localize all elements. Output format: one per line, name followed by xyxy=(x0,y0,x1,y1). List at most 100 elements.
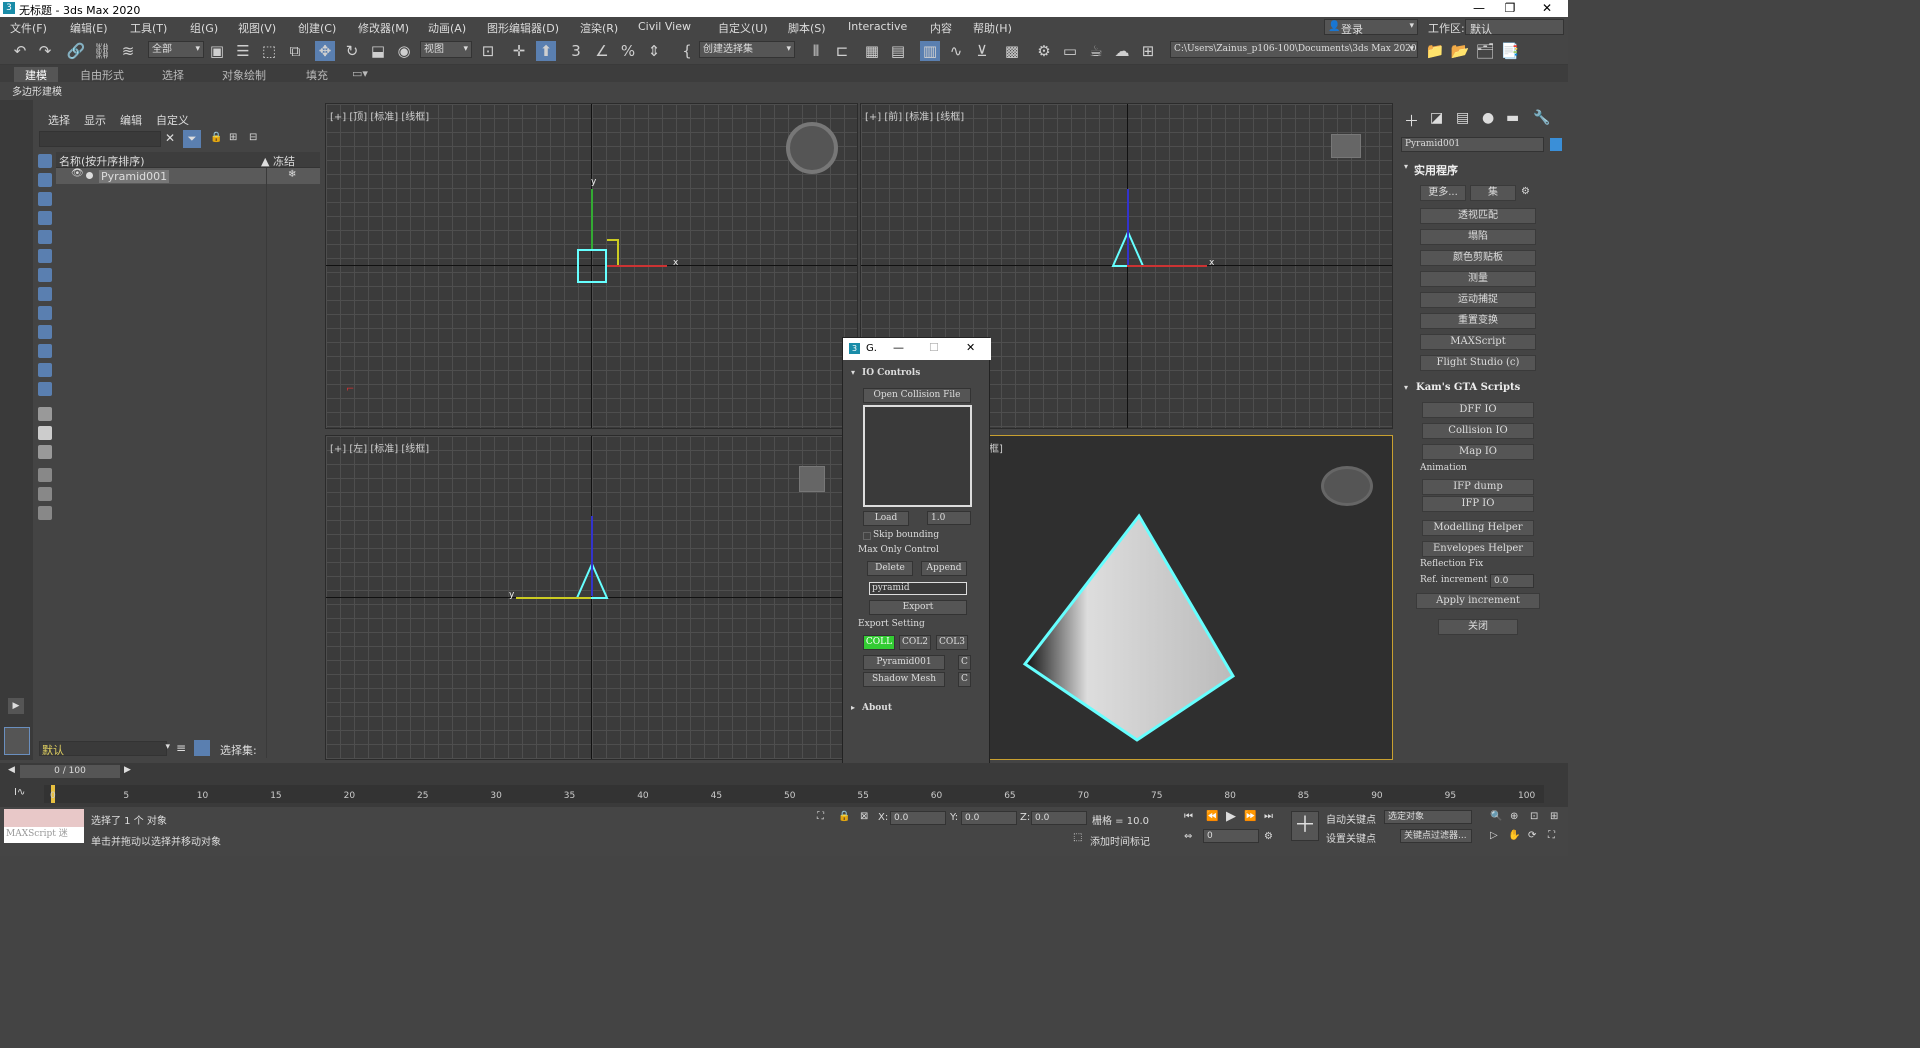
align-icon[interactable]: ⊏ xyxy=(832,41,852,61)
maxscript-input[interactable]: MAXScript 迷 xyxy=(4,827,84,843)
hierarchy-icon[interactable]: ⊞ xyxy=(229,132,237,143)
next-key-icon[interactable]: ⏩ xyxy=(1244,811,1256,822)
y-coord-field[interactable]: 0.0 xyxy=(961,811,1017,825)
goto-start-icon[interactable]: ⏮ xyxy=(1184,811,1193,822)
utility-motion-capture[interactable]: 运动捕捉 xyxy=(1420,292,1536,308)
ribbon-tab-object-paint[interactable]: 对象绘制 xyxy=(222,67,266,83)
zoom-extents-icon[interactable]: ⊡ xyxy=(1530,811,1538,822)
prev-key-icon[interactable]: ⏪ xyxy=(1206,811,1218,822)
project-path-dropdown[interactable]: C:\Users\Zainus_p106-100\Documents\3ds M… xyxy=(1170,41,1418,58)
c-button-1[interactable]: C xyxy=(958,655,971,670)
utilities-heading[interactable]: 实用程序 xyxy=(1414,162,1458,178)
viewport-top[interactable]: [+] [顶] [标准] [线框] x y ⌐ xyxy=(325,103,858,429)
z-coord-field[interactable]: 0.0 xyxy=(1031,811,1087,825)
load-button[interactable]: Load xyxy=(863,511,909,526)
named-selection-dropdown[interactable]: 创建选择集 xyxy=(699,41,795,58)
freeze-icon[interactable]: ❄ xyxy=(288,169,296,180)
orbit-icon[interactable]: ⟳ xyxy=(1528,830,1536,841)
create-tab-icon[interactable]: ＋ xyxy=(1404,110,1419,131)
project-folder-icon[interactable]: 📁 xyxy=(1425,41,1445,61)
display-groups-icon[interactable] xyxy=(38,287,52,301)
ribbon-options-icon[interactable]: ▭▾ xyxy=(352,67,368,80)
select-manipulate-icon[interactable]: ✛ xyxy=(509,41,529,61)
toggle-ribbon-icon[interactable]: ▤ xyxy=(888,41,908,61)
c-button-2[interactable]: C xyxy=(958,672,971,687)
time-config-icon[interactable]: ⚙ xyxy=(1264,831,1273,842)
viewport-label[interactable]: [+] [顶] [标准] [线框] xyxy=(330,108,429,123)
display-all-icon[interactable] xyxy=(38,154,52,168)
hierarchy-tab-icon[interactable]: ▤ xyxy=(1456,110,1469,126)
viewport-label[interactable]: [+] [左] [标准] [线框] xyxy=(330,440,429,455)
ribbon-tab-selection[interactable]: 选择 xyxy=(162,67,184,83)
set-key-big-icon[interactable]: ＋ xyxy=(1291,811,1319,841)
percent-snap-icon[interactable]: % xyxy=(618,41,638,61)
display-containers-icon[interactable] xyxy=(38,344,52,358)
project-icon-3[interactable]: 🗂 xyxy=(1475,41,1495,61)
shadow-mesh-button[interactable]: Shadow Mesh xyxy=(863,672,945,687)
scale-icon[interactable]: ⬓ xyxy=(368,41,388,61)
export-button[interactable]: Export xyxy=(869,600,967,615)
ribbon-sub-label[interactable]: 多边形建模 xyxy=(12,83,62,98)
col-name-header[interactable]: 名称(按升序排序) xyxy=(59,153,145,169)
layer-explorer-icon[interactable]: ▦ xyxy=(862,41,882,61)
rotate-icon[interactable]: ↻ xyxy=(342,41,362,61)
menu-edit[interactable]: 编辑(E) xyxy=(70,20,108,36)
ribbon-tab-modeling[interactable]: 建模 xyxy=(14,67,58,83)
material-editor-icon[interactable]: ▩ xyxy=(1002,41,1022,61)
name-input[interactable]: pyramid xyxy=(869,582,967,595)
ribbon-tab-freeform[interactable]: 自由形式 xyxy=(80,67,124,83)
ifp-dump-button[interactable]: IFP dump xyxy=(1422,479,1534,495)
keyboard-shortcut-icon[interactable]: ⬆ xyxy=(536,41,556,61)
viewport-label[interactable]: [+] [前] [标准] [线框] xyxy=(865,108,964,123)
skip-bounding-checkbox[interactable] xyxy=(863,532,871,540)
render-cloud-icon[interactable]: ☁ xyxy=(1112,41,1132,61)
filter-funnel-icon[interactable] xyxy=(38,468,52,482)
key-filters-button[interactable]: 关键点过滤器... xyxy=(1400,829,1472,843)
col3-button[interactable]: COL3 xyxy=(936,635,968,650)
lock-icon[interactable]: 🔒 xyxy=(210,132,222,143)
utility-maxscript[interactable]: MAXScript xyxy=(1420,334,1536,350)
col2-button[interactable]: COL2 xyxy=(899,635,931,650)
pyramid-export-button[interactable]: Pyramid001 xyxy=(863,655,945,670)
rect-selection-icon[interactable]: ⬚ xyxy=(259,41,279,61)
play-icon[interactable]: ▶ xyxy=(1226,809,1236,824)
redo-icon[interactable]: ↷ xyxy=(35,41,55,61)
menu-interactive[interactable]: Interactive xyxy=(848,20,907,33)
unlink-icon[interactable]: ⛓ xyxy=(92,41,112,61)
coll-button[interactable]: COLL xyxy=(863,635,895,650)
next-frame-icon[interactable]: ▶ xyxy=(124,765,131,775)
filter-icon[interactable]: ⏷ xyxy=(183,130,201,148)
render-production-icon[interactable]: ☕ xyxy=(1086,41,1106,61)
utility-measure[interactable]: 测量 xyxy=(1420,271,1536,287)
apply-increment-button[interactable]: Apply increment xyxy=(1416,593,1540,609)
object-name-field[interactable]: Pyramid001 xyxy=(1401,137,1544,152)
object-color-swatch[interactable] xyxy=(1550,138,1562,151)
absolute-mode-icon[interactable]: ⊠ xyxy=(860,811,868,822)
display-xrefs-icon[interactable] xyxy=(38,306,52,320)
window-crossing-icon[interactable]: ⧉ xyxy=(285,41,305,61)
pyramid-perspective[interactable] xyxy=(1021,512,1236,744)
viewcube-icon[interactable] xyxy=(799,466,825,492)
close-utility-button[interactable]: 关闭 xyxy=(1438,619,1518,635)
menu-scripting[interactable]: 脚本(S) xyxy=(788,20,826,36)
pan-icon[interactable]: ✋ xyxy=(1508,830,1520,841)
config-icon[interactable]: ⚙ xyxy=(1521,186,1530,197)
utility-collapse[interactable]: 塌陷 xyxy=(1420,229,1536,245)
menu-create[interactable]: 创建(C) xyxy=(298,20,336,36)
viewport-left[interactable]: [+] [左] [标准] [线框] y xyxy=(325,435,858,760)
curve-editor-icon[interactable]: ∿ xyxy=(946,41,966,61)
x-coord-field[interactable]: 0.0 xyxy=(890,811,946,825)
mirror-icon[interactable]: ⫴ xyxy=(806,41,826,61)
display-bones-icon[interactable] xyxy=(38,325,52,339)
eye-icon[interactable]: 👁 xyxy=(71,168,84,179)
scene-tab-display[interactable]: 显示 xyxy=(84,112,106,128)
modelling-helper-button[interactable]: Modelling Helper xyxy=(1422,520,1534,536)
workspace-dropdown[interactable]: 默认 xyxy=(1465,19,1564,36)
display-spacewarps-icon[interactable] xyxy=(38,268,52,282)
selection-filter-dropdown[interactable]: 全部 xyxy=(148,41,204,58)
lock-selection-icon[interactable]: 🔒 xyxy=(838,811,850,822)
key-set-dropdown[interactable]: 选定对象 xyxy=(1384,810,1472,824)
layer-dropdown[interactable]: 默认 ▾ xyxy=(39,741,170,757)
display-cameras-icon[interactable] xyxy=(38,230,52,244)
utility-flight-studio[interactable]: Flight Studio (c) xyxy=(1420,355,1536,371)
